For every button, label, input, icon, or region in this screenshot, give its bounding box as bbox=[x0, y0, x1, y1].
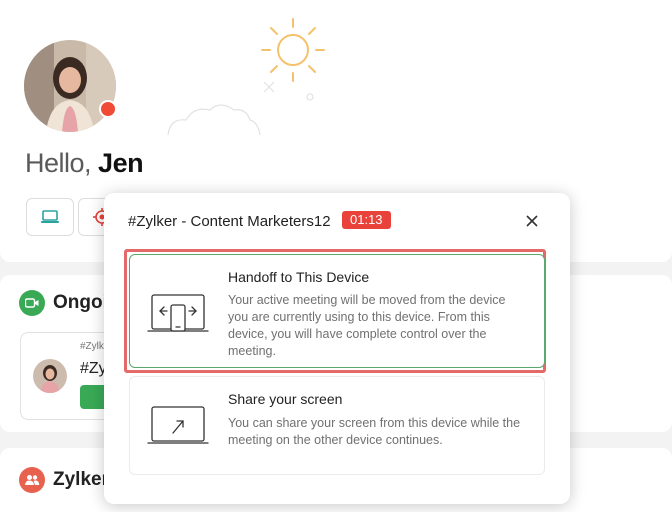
share-your-screen-option[interactable]: Share your screen You can share your scr… bbox=[129, 376, 545, 475]
close-icon bbox=[526, 215, 538, 227]
greeting-name: Jen bbox=[98, 148, 144, 178]
user-avatar[interactable] bbox=[24, 40, 117, 132]
option-description: Your active meeting will be moved from t… bbox=[228, 293, 506, 358]
present-screen-button[interactable] bbox=[26, 198, 74, 236]
zylker-section-title: Zylker bbox=[53, 469, 109, 490]
meeting-timer-badge: 01:13 bbox=[342, 211, 391, 229]
option-title: Handoff to This Device bbox=[228, 269, 370, 285]
option-description: You can share your screen from this devi… bbox=[228, 416, 521, 447]
meeting-host-avatar bbox=[33, 359, 67, 393]
laptop-icon bbox=[41, 210, 59, 223]
meeting-card-subtitle: #Zylk bbox=[80, 341, 104, 352]
greeting-hello: Hello, bbox=[25, 148, 92, 178]
option-title: Share your screen bbox=[228, 391, 343, 407]
greeting: Hello, Jen bbox=[25, 148, 144, 179]
handoff-to-this-device-option[interactable]: Handoff to This Device Your active meeti… bbox=[129, 254, 545, 368]
status-busy-icon bbox=[99, 100, 117, 118]
close-button[interactable] bbox=[524, 213, 540, 229]
dialog-meeting-title: #Zylker - Content Marketers12 bbox=[128, 213, 331, 230]
group-icon bbox=[19, 467, 45, 493]
ongoing-section-title: Ongoi bbox=[53, 292, 108, 313]
weather-illustration-icon bbox=[167, 18, 325, 136]
share-screen-icon bbox=[147, 406, 209, 444]
meeting-card-title: #Zy bbox=[80, 360, 107, 377]
user-photo bbox=[24, 40, 116, 132]
device-handoff-icon bbox=[147, 294, 209, 332]
video-camera-icon bbox=[19, 290, 45, 316]
